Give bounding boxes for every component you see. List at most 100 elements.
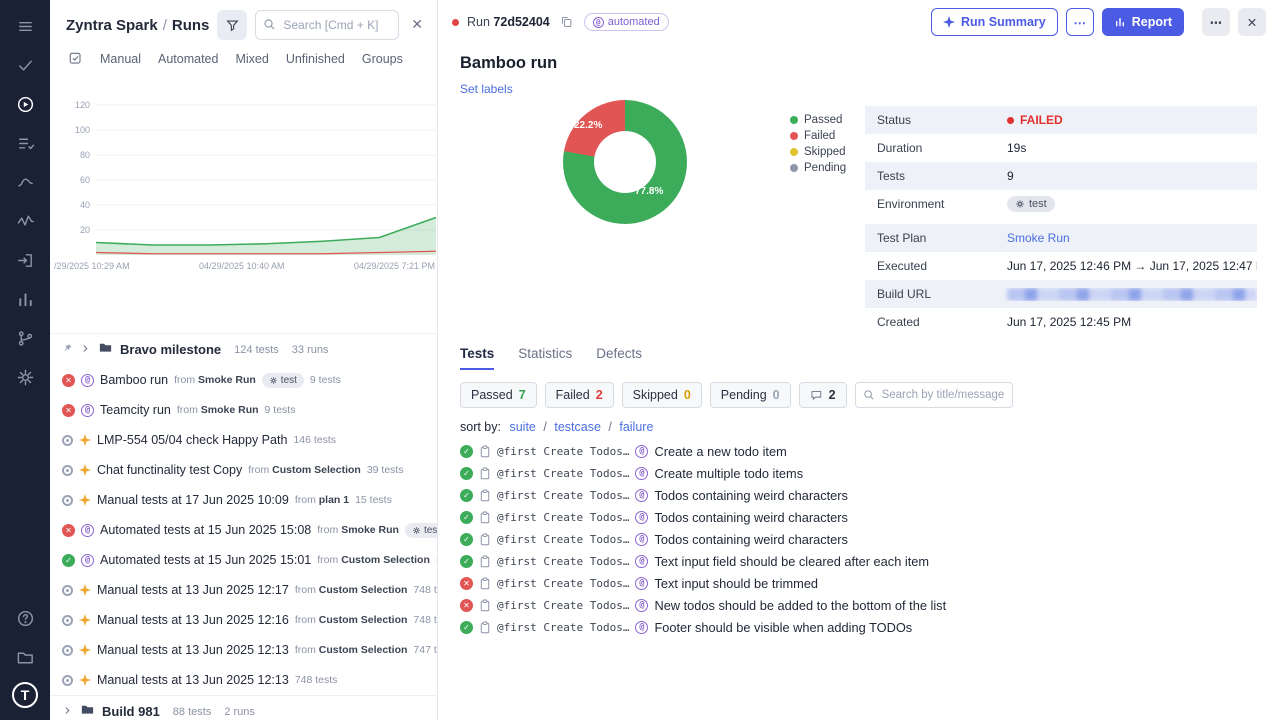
run-summary-button[interactable]: Run Summary (931, 8, 1058, 36)
app-logo[interactable]: T (12, 682, 38, 708)
run-list-item[interactable]: Bamboo run from Smoke Run test 9 tests (50, 365, 437, 395)
test-title: Footer should be visible when adding TOD… (654, 620, 912, 635)
run-title: Manual tests at 17 Jun 2025 10:09 (97, 493, 289, 507)
test-row[interactable]: @first Create Todos… Todos containing we… (460, 484, 1264, 506)
tests-search-input[interactable] (855, 382, 1013, 408)
run-list-item[interactable]: Manual tests at 17 Jun 2025 10:09 from p… (50, 485, 437, 515)
sidebar-test-plans-button[interactable] (11, 129, 39, 157)
clipboard-icon (479, 599, 491, 612)
secondary-more-button[interactable]: ⋯ (1202, 8, 1230, 36)
run-list-item[interactable]: Automated tests at 15 Jun 2025 15:08 fro… (50, 515, 437, 545)
milestone-group-row[interactable]: Bravo milestone 124 tests 33 runs (50, 333, 437, 365)
test-row[interactable]: @first Create Todos… Footer should be vi… (460, 616, 1264, 638)
sidebar-import-button[interactable] (11, 246, 39, 274)
tab-tests[interactable]: Tests (460, 346, 494, 370)
info-row-test-plan: Test Plan Smoke Run (865, 224, 1257, 252)
run-list-item[interactable]: Manual tests at 13 Jun 2025 12:13 from C… (50, 635, 437, 665)
test-row[interactable]: @first Create Todos… Todos containing we… (460, 528, 1264, 550)
report-button[interactable]: Report (1102, 8, 1184, 36)
run-list-item[interactable]: Manual tests at 13 Jun 2025 12:17 from C… (50, 575, 437, 605)
sort-by-failure[interactable]: failure (619, 420, 653, 434)
test-row[interactable]: @first Create Todos… Create a new todo i… (460, 440, 1264, 462)
filter-button[interactable] (217, 10, 247, 40)
runs-list: Bravo milestone 124 tests 33 runs Bamboo… (50, 333, 437, 720)
tab-mixed[interactable]: Mixed (235, 52, 268, 66)
run-actions: Run Summary ⋯ Report ⋯ ✕ (931, 8, 1266, 36)
tab-automated[interactable]: Automated (158, 52, 218, 66)
test-row[interactable]: @first Create Todos… Todos containing we… (460, 506, 1264, 528)
filter-passed[interactable]: Passed7 (460, 382, 537, 408)
donut-chart: 22.2% 77.8% (563, 100, 687, 224)
manual-run-icon (79, 494, 91, 506)
status-passed-icon (460, 467, 473, 480)
close-panel-button[interactable]: ✕ (407, 15, 427, 35)
close-run-button[interactable]: ✕ (1238, 8, 1266, 36)
chevron-right-icon[interactable] (80, 341, 91, 359)
menu-button[interactable] (11, 12, 39, 40)
sidebar-tests-button[interactable] (11, 51, 39, 79)
runs-search-input[interactable] (255, 10, 399, 40)
run-list-item[interactable]: Chat functinality test Copy from Custom … (50, 455, 437, 485)
filter-pending[interactable]: Pending0 (710, 382, 791, 408)
sidebar-settings-button[interactable] (11, 363, 39, 391)
manual-run-icon (79, 614, 91, 626)
check-icon (16, 56, 35, 75)
tab-defects[interactable]: Defects (596, 346, 642, 370)
build-group-row[interactable]: Build 981 88 tests 2 runs (50, 695, 437, 720)
status-passed-icon (460, 621, 473, 634)
test-row[interactable]: @first Create Todos… Text input should b… (460, 572, 1264, 594)
legend-item: Failed (790, 128, 846, 144)
copy-run-id-button[interactable] (558, 13, 576, 31)
automated-icon (81, 374, 94, 387)
test-row[interactable]: @first Create Todos… Create multiple tod… (460, 462, 1264, 484)
run-test-count: 748 tests (413, 614, 437, 626)
x-axis-tick: 04/29/2025 10:40 AM (199, 261, 285, 271)
sidebar-pulse-button[interactable] (11, 168, 39, 196)
sidebar-reports-button[interactable] (11, 285, 39, 313)
breadcrumb-project[interactable]: Zyntra Spark (66, 17, 158, 34)
projects-button[interactable] (11, 643, 39, 671)
folder-icon (98, 340, 113, 360)
info-row-build-url: Build URL (865, 280, 1257, 308)
chevron-right-icon[interactable] (62, 703, 73, 720)
tab-unfinished[interactable]: Unfinished (286, 52, 345, 66)
clipboard-icon (479, 555, 491, 568)
filter-failed[interactable]: Failed2 (545, 382, 614, 408)
tab-groups[interactable]: Groups (362, 52, 403, 66)
sidebar-analytics-button[interactable] (11, 207, 39, 235)
test-title: Text input field should be cleared after… (654, 554, 929, 569)
run-list-item[interactable]: Manual tests at 13 Jun 2025 12:13 748 te… (50, 665, 437, 695)
tab-manual[interactable]: Manual (100, 52, 141, 66)
gear-icon (269, 376, 278, 385)
run-list-item[interactable]: Teamcity run from Smoke Run 9 tests (50, 395, 437, 425)
sidebar-runs-button[interactable] (11, 90, 39, 118)
run-info-table: Status FAILED Duration 19s Tests 9 Envir… (865, 106, 1257, 336)
more-actions-button[interactable]: ⋯ (1066, 8, 1094, 36)
legend-dot-skipped (790, 148, 798, 156)
filter-skipped[interactable]: Skipped0 (622, 382, 702, 408)
select-all-icon[interactable] (68, 51, 83, 66)
test-row[interactable]: @first Create Todos… Text input field sh… (460, 550, 1264, 572)
test-row[interactable]: @first Create Todos… New todos should be… (460, 594, 1264, 616)
sidebar-branches-button[interactable] (11, 324, 39, 352)
env-tag: test (405, 523, 437, 538)
sort-by-testcase[interactable]: testcase (554, 420, 601, 434)
breadcrumb-separator: / (163, 17, 167, 34)
run-list-item[interactable]: Automated tests at 15 Jun 2025 15:01 fro… (50, 545, 437, 575)
group-tests-count: 88 tests (173, 706, 212, 718)
run-list-item[interactable]: Manual tests at 13 Jun 2025 12:16 from C… (50, 605, 437, 635)
status-pending-icon (62, 585, 73, 596)
filter-comments[interactable]: 2 (799, 382, 847, 408)
test-suite: @first Create Todos… (497, 555, 629, 568)
manual-run-icon (79, 674, 91, 686)
run-title: Manual tests at 13 Jun 2025 12:13 (97, 643, 289, 657)
test-plan-link[interactable]: Smoke Run (1007, 231, 1070, 245)
run-list-item[interactable]: LMP-554 05/04 check Happy Path 146 tests (50, 425, 437, 455)
status-pending-icon (62, 465, 73, 476)
tab-statistics[interactable]: Statistics (518, 346, 572, 370)
build-url-redacted[interactable] (1007, 288, 1257, 301)
help-button[interactable] (11, 604, 39, 632)
status-passed-icon (62, 554, 75, 567)
sort-by-suite[interactable]: suite (509, 420, 535, 434)
set-labels-link[interactable]: Set labels (460, 82, 513, 96)
